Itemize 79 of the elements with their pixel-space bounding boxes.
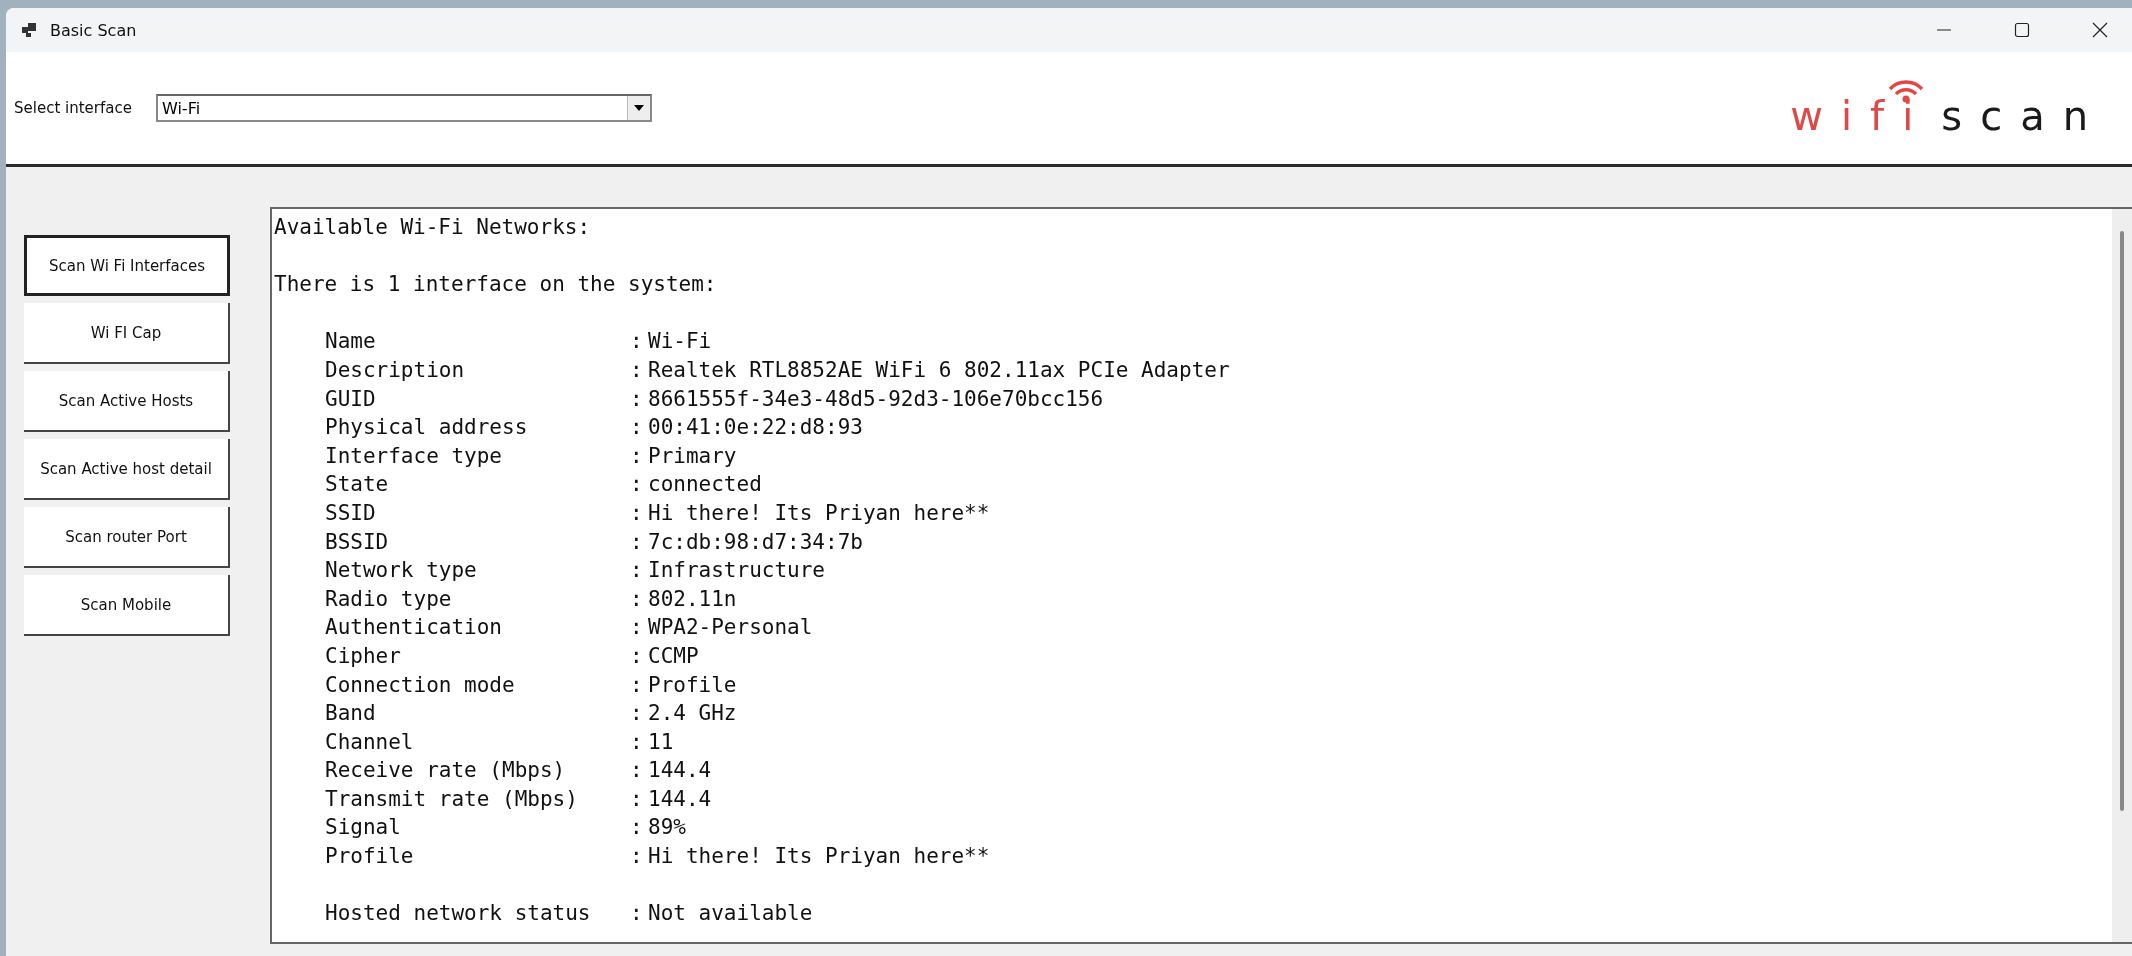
field-value: Not available (648, 900, 813, 928)
field-label: Network type (325, 557, 478, 585)
field-value: Profile (648, 671, 737, 699)
field-value: CCMP (648, 642, 699, 670)
field-value: connected (648, 471, 762, 499)
separator: : (630, 700, 644, 728)
field-value: 2.4 GHz (648, 700, 737, 728)
field-label: Interface type (325, 442, 503, 470)
field-label: Physical address (325, 414, 529, 442)
separator: : (630, 671, 644, 699)
field-value: Wi-Fi (648, 328, 712, 356)
field-value: 144.4 (648, 757, 712, 785)
separator: : (630, 328, 644, 356)
field-value: 7c:db:98:d7:34:7b (648, 528, 863, 556)
field-label: State (325, 471, 390, 499)
scan-button[interactable]: Scan Active Hosts (24, 371, 230, 432)
separator: : (630, 499, 644, 527)
separator: : (630, 785, 644, 813)
field-label: Description (325, 356, 466, 384)
select-label: Select interface (14, 99, 132, 117)
separator: : (630, 557, 644, 585)
field-value: Hi there! Its Priyan here** (648, 499, 990, 527)
field-label: Channel (325, 728, 415, 756)
app-icon (22, 23, 36, 37)
scan-button[interactable]: Scan Wi Fi Interfaces (24, 235, 230, 296)
field-label: Profile (325, 843, 415, 871)
field-label: Transmit rate (Mbps) (325, 785, 579, 813)
field-label: Name (325, 328, 377, 356)
separator: : (630, 728, 644, 756)
separator: : (630, 757, 644, 785)
field-value: WPA2-Personal (648, 614, 813, 642)
field-value: 144.4 (648, 785, 712, 813)
separator: : (630, 471, 644, 499)
scrollbar-thumb[interactable] (2120, 231, 2124, 811)
field-value: Primary (648, 442, 737, 470)
field-value: 89% (648, 814, 686, 842)
field-label: Authentication (325, 614, 503, 642)
field-label: Receive rate (Mbps) (325, 757, 567, 785)
output-textbox[interactable] (270, 207, 2132, 944)
maximize-icon[interactable] (2014, 22, 2030, 38)
separator: : (630, 900, 644, 928)
scan-button[interactable]: Scan Mobile (24, 575, 230, 636)
separator: : (630, 642, 644, 670)
field-label: Connection mode (325, 671, 516, 699)
caret-icon (633, 105, 644, 111)
scan-button[interactable]: Scan router Port (24, 507, 230, 568)
separator: : (630, 843, 644, 871)
separator: : (630, 585, 644, 613)
output-summary: There is 1 interface on the system: (274, 271, 718, 299)
separator: : (630, 814, 644, 842)
interface-dropdown[interactable]: Wi-Fi (155, 94, 652, 122)
field-value: 8661555f-34e3-48d5-92d3-106e70bcc156 (648, 385, 1104, 413)
output-heading: Available Wi-Fi Networks: (274, 214, 592, 241)
scan-button[interactable]: Wi FI Cap (24, 303, 230, 364)
separator: : (630, 385, 644, 413)
separator: : (630, 614, 644, 642)
field-label: Cipher (325, 642, 402, 670)
field-label: GUID (325, 385, 377, 413)
window-title: Basic Scan (50, 20, 137, 40)
field-value: 802.11n (648, 585, 737, 613)
field-label: Signal (325, 814, 402, 842)
field-label: Hosted network status (325, 900, 592, 928)
field-value: Infrastructure (648, 557, 825, 585)
field-label: BSSID (325, 528, 390, 556)
field-value: 00:41:0e:22:d8:93 (648, 414, 863, 442)
close-icon[interactable] (2092, 22, 2108, 38)
field-label: SSID (325, 499, 377, 527)
field-value: 11 (648, 728, 674, 756)
separator: : (630, 356, 644, 384)
scan-button[interactable]: Scan Active host detail (24, 439, 230, 500)
field-label: Radio type (325, 585, 453, 613)
logo-text: wifi (1790, 93, 1932, 139)
field-value: Hi there! Its Priyan here** (648, 843, 990, 871)
field-label: Band (325, 700, 377, 728)
field-value: Realtek RTL8852AE WiFi 6 802.11ax PCIe Adapter (648, 356, 1230, 384)
separator: : (630, 528, 644, 556)
logo-text: scan (1941, 93, 2106, 139)
separator: : (630, 414, 644, 442)
separator: : (630, 442, 644, 470)
